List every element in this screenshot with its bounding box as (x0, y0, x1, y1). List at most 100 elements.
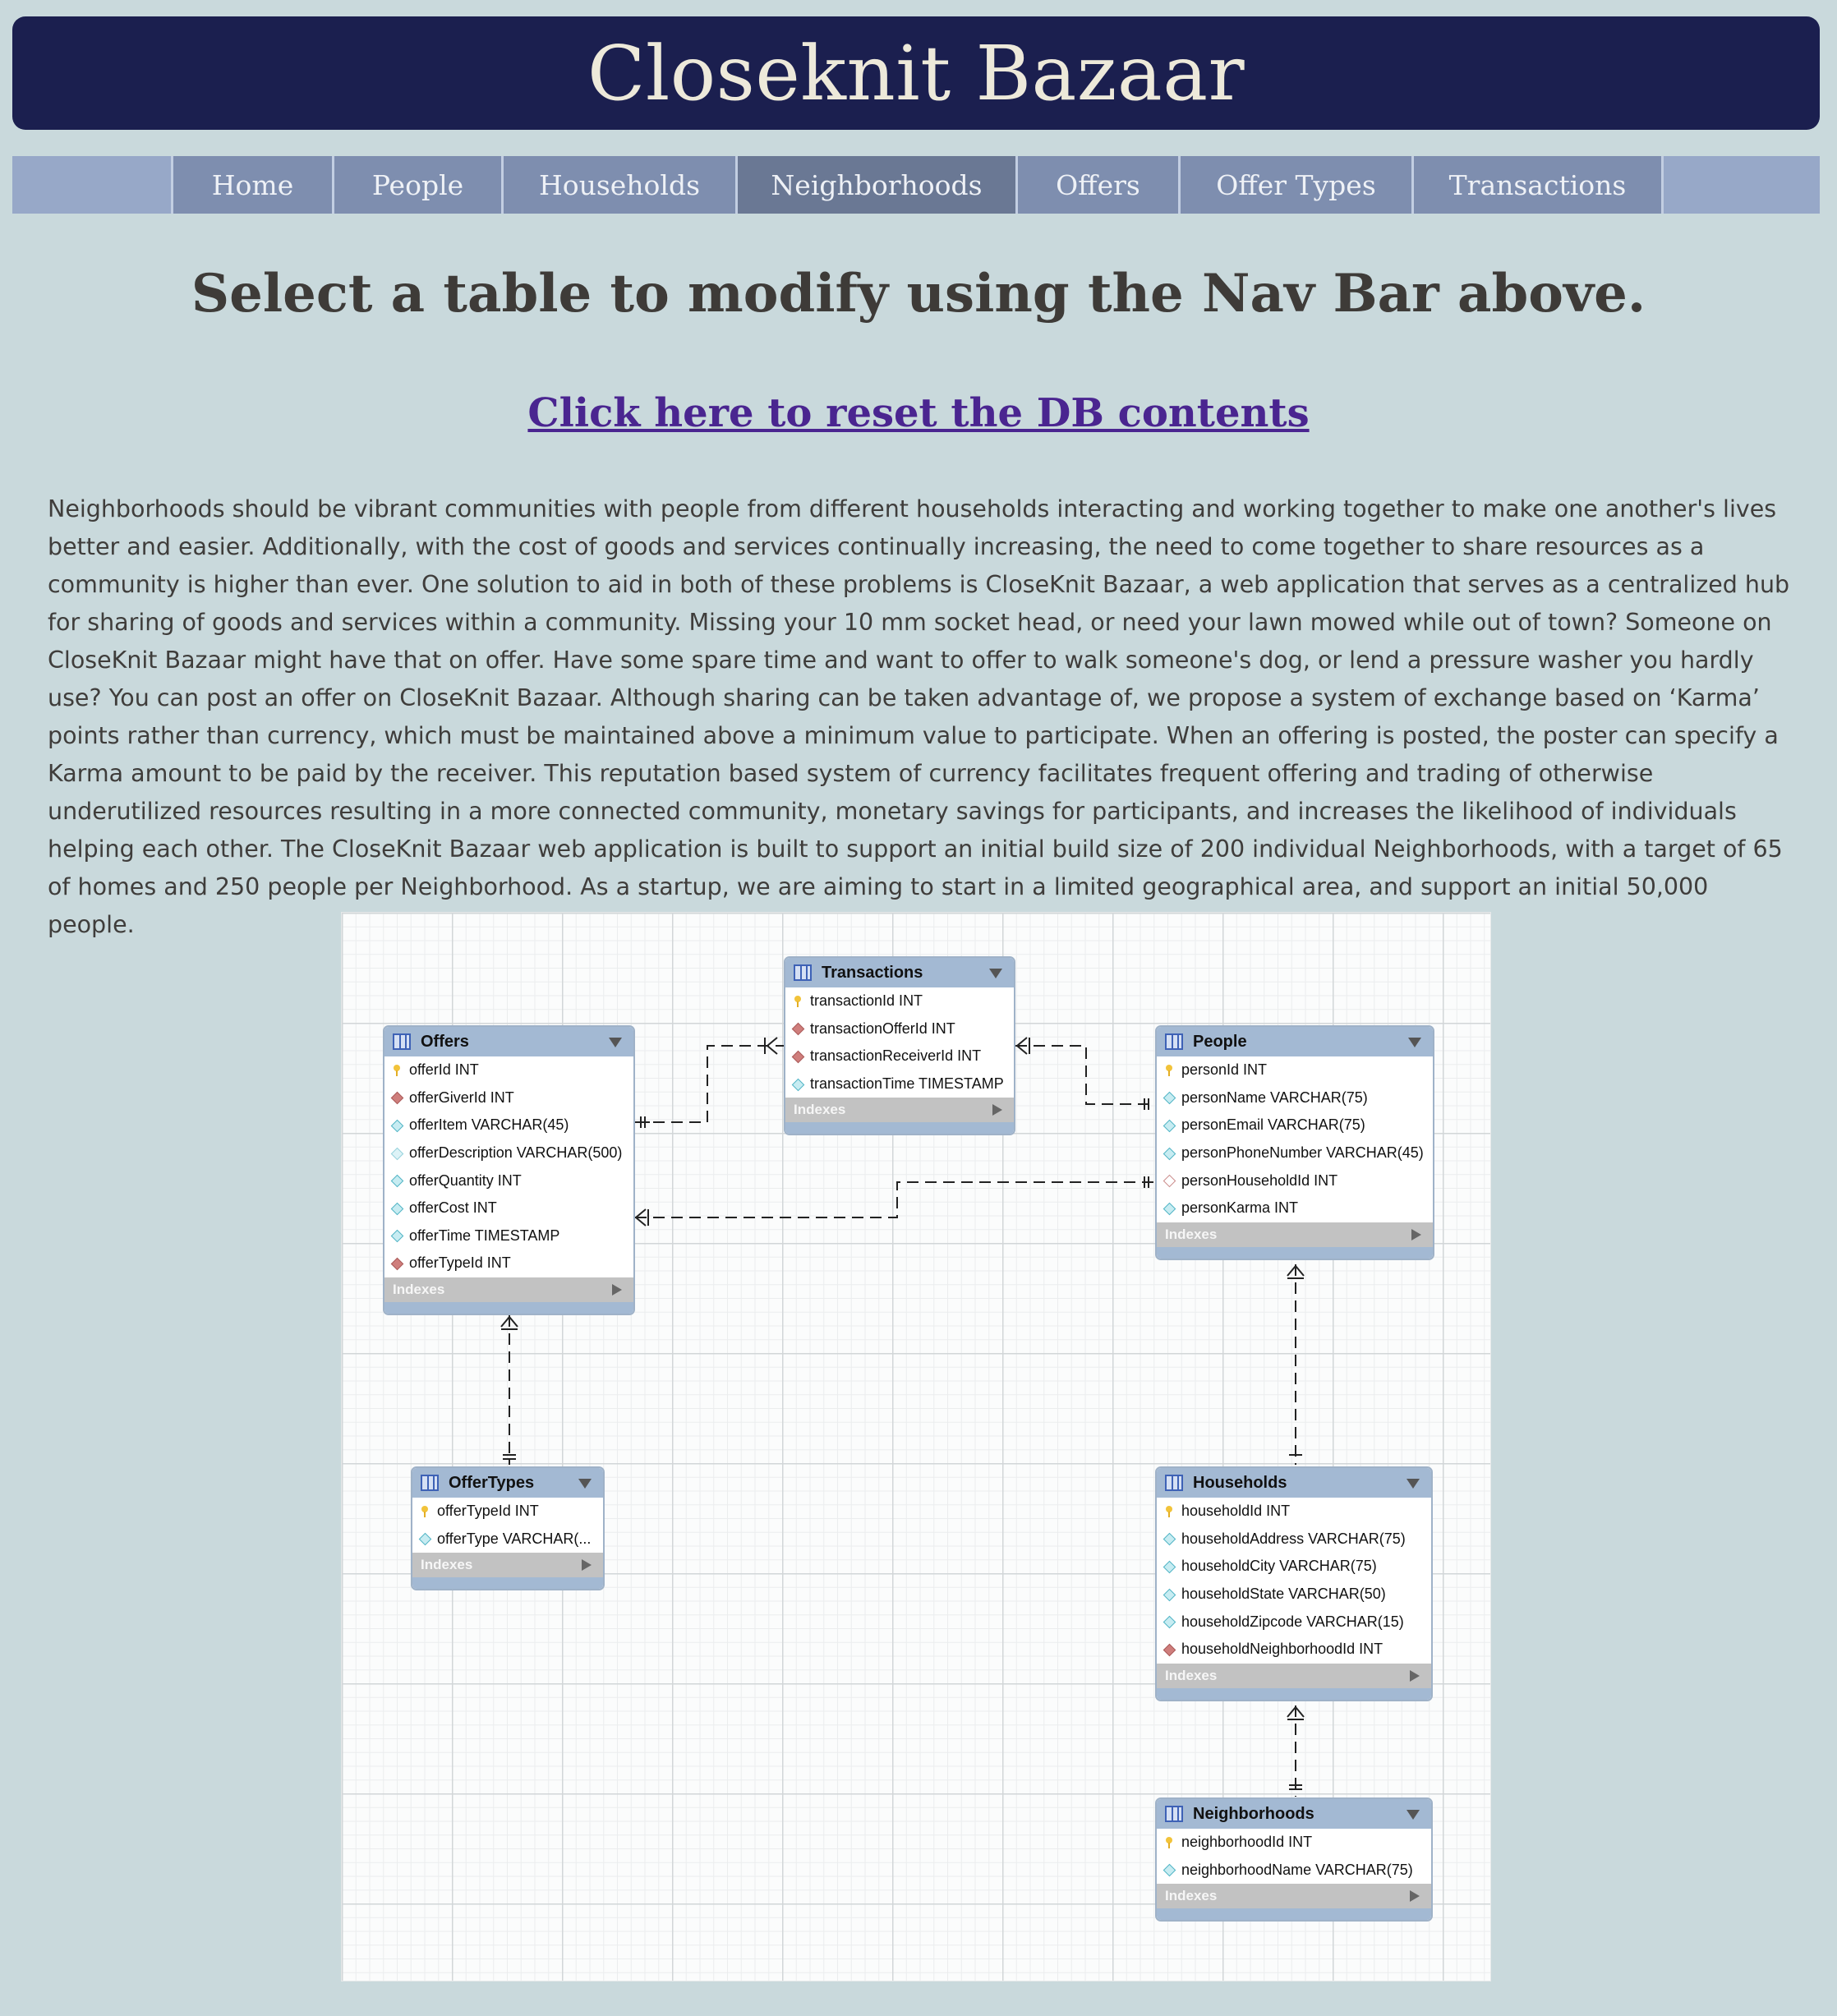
table-name: Households (1193, 1473, 1287, 1492)
nav-item-offer-types[interactable]: Offer Types (1178, 156, 1411, 214)
relation-offers-offertypes (500, 1315, 518, 1465)
column-icon (393, 1175, 401, 1186)
column-text: personEmail VARCHAR(75) (1181, 1116, 1365, 1134)
table-footer (384, 1301, 633, 1314)
foreign-key-icon (393, 1092, 401, 1103)
table-icon (421, 1475, 439, 1491)
nav-item-households[interactable]: Households (501, 156, 735, 214)
indexes-label: Indexes (1165, 1226, 1218, 1242)
column-row: transactionId INT (785, 987, 1014, 1015)
indexes-row[interactable]: Indexes (412, 1553, 603, 1578)
primary-key-icon (393, 1064, 401, 1076)
column-row: offerTypeId INT (384, 1250, 633, 1277)
collapse-arrow-icon[interactable] (1408, 1038, 1421, 1047)
column-row: offerId INT (384, 1056, 633, 1084)
table-header: Transactions (785, 958, 1014, 987)
indexes-label: Indexes (393, 1281, 445, 1297)
collapse-arrow-icon[interactable] (1407, 1810, 1420, 1820)
column-text: offerTime TIMESTAMP (409, 1227, 560, 1244)
nav-item-neighborhoods[interactable]: Neighborhoods (735, 156, 1015, 214)
table-icon (794, 964, 812, 981)
relation-people-households (1287, 1264, 1305, 1465)
relation-people-transactions (1015, 1037, 1155, 1110)
column-text: offerCost INT (409, 1199, 497, 1217)
table-name: Offers (421, 1032, 469, 1051)
foreign-key-icon (794, 1051, 802, 1062)
table-name: Neighborhoods (1193, 1804, 1314, 1823)
table-header: Households (1157, 1468, 1431, 1498)
column-text: offerTypeId INT (437, 1503, 539, 1520)
column-icon (393, 1120, 401, 1131)
column-row: personEmail VARCHAR(75) (1157, 1112, 1433, 1139)
column-text: householdAddress VARCHAR(75) (1181, 1530, 1406, 1547)
table-name: OfferTypes (449, 1473, 535, 1492)
column-text: transactionReceiverId INT (810, 1047, 982, 1065)
table-header: People (1157, 1027, 1433, 1056)
column-row: personId INT (1157, 1056, 1433, 1084)
primary-key-icon (421, 1505, 429, 1517)
column-text: offerItem VARCHAR(45) (409, 1116, 569, 1134)
column-row: personKarma INT (1157, 1194, 1433, 1222)
indexes-label: Indexes (1165, 1888, 1218, 1904)
about-paragraph: Neighborhoods should be vibrant communit… (48, 495, 1790, 938)
column-icon (1165, 1616, 1173, 1627)
column-text: personHouseholdId INT (1181, 1171, 1338, 1189)
column-text: personKarma INT (1181, 1199, 1299, 1217)
column-row: offerDescription VARCHAR(500) (384, 1139, 633, 1167)
reset-link-container: Click here to reset the DB contents (0, 390, 1837, 436)
column-row: offerQuantity INT (384, 1167, 633, 1194)
column-icon (1165, 1203, 1173, 1214)
foreign-key-icon (393, 1258, 401, 1269)
table-icon (1165, 1806, 1183, 1822)
indexes-label: Indexes (794, 1102, 846, 1118)
nav-item-home[interactable]: Home (171, 156, 332, 214)
table-icon (1165, 1475, 1183, 1491)
nav-item-offers[interactable]: Offers (1015, 156, 1178, 214)
column-icon (1165, 1092, 1173, 1103)
column-text: neighborhoodId INT (1181, 1834, 1313, 1851)
column-icon (1165, 1120, 1173, 1131)
foreign-key-icon (1165, 1644, 1173, 1655)
nav-item-people[interactable]: People (332, 156, 501, 214)
column-row: personHouseholdId INT (1157, 1167, 1433, 1194)
indexes-row[interactable]: Indexes (1157, 1222, 1433, 1247)
column-icon (393, 1148, 401, 1159)
indexes-row[interactable]: Indexes (1157, 1663, 1431, 1688)
column-row: householdCity VARCHAR(75) (1157, 1553, 1431, 1581)
column-row: transactionReceiverId INT (785, 1043, 1014, 1070)
column-row: offerTypeId INT (412, 1498, 603, 1526)
column-row: householdState VARCHAR(50) (1157, 1581, 1431, 1609)
column-row: householdNeighborhoodId INT (1157, 1636, 1431, 1664)
collapse-arrow-icon[interactable] (609, 1038, 622, 1047)
column-text: householdId INT (1181, 1503, 1291, 1520)
column-text: personPhoneNumber VARCHAR(45) (1181, 1144, 1424, 1162)
indexes-label: Indexes (421, 1557, 473, 1573)
erd-table-transactions: Transactions transactionId INT transacti… (784, 956, 1015, 1136)
erd-table-offers: Offers offerId INT offerGiverId INT offe… (383, 1025, 635, 1315)
indexes-row[interactable]: Indexes (384, 1277, 633, 1302)
column-row: transactionOfferId INT (785, 1015, 1014, 1043)
indexes-row[interactable]: Indexes (785, 1098, 1014, 1123)
indexes-label: Indexes (1165, 1667, 1218, 1683)
primary-key-icon (1165, 1836, 1173, 1848)
column-text: householdNeighborhoodId INT (1181, 1641, 1384, 1658)
collapse-arrow-icon[interactable] (1407, 1479, 1420, 1489)
column-row: householdId INT (1157, 1498, 1431, 1526)
erd-table-neighborhoods: Neighborhoods neighborhoodId INT neighbo… (1155, 1797, 1433, 1922)
nav-item-transactions[interactable]: Transactions (1411, 156, 1661, 214)
column-icon (393, 1230, 401, 1241)
collapse-arrow-icon[interactable] (578, 1479, 592, 1489)
column-row: offerItem VARCHAR(45) (384, 1112, 633, 1139)
relation-people-offers (635, 1176, 1155, 1227)
column-text: householdState VARCHAR(50) (1181, 1586, 1386, 1603)
column-icon (393, 1203, 401, 1214)
column-row: offerType VARCHAR(... (412, 1526, 603, 1553)
reset-db-link[interactable]: Click here to reset the DB contents (527, 390, 1309, 436)
column-text: transactionOfferId INT (810, 1020, 955, 1037)
column-text: householdCity VARCHAR(75) (1181, 1558, 1377, 1575)
collapse-arrow-icon[interactable] (989, 969, 1002, 978)
column-text: offerType VARCHAR(... (437, 1530, 592, 1547)
nav-bar: Home People Households Neighborhoods Off… (12, 156, 1820, 214)
indexes-row[interactable]: Indexes (1157, 1884, 1431, 1909)
column-icon (1165, 1148, 1173, 1159)
